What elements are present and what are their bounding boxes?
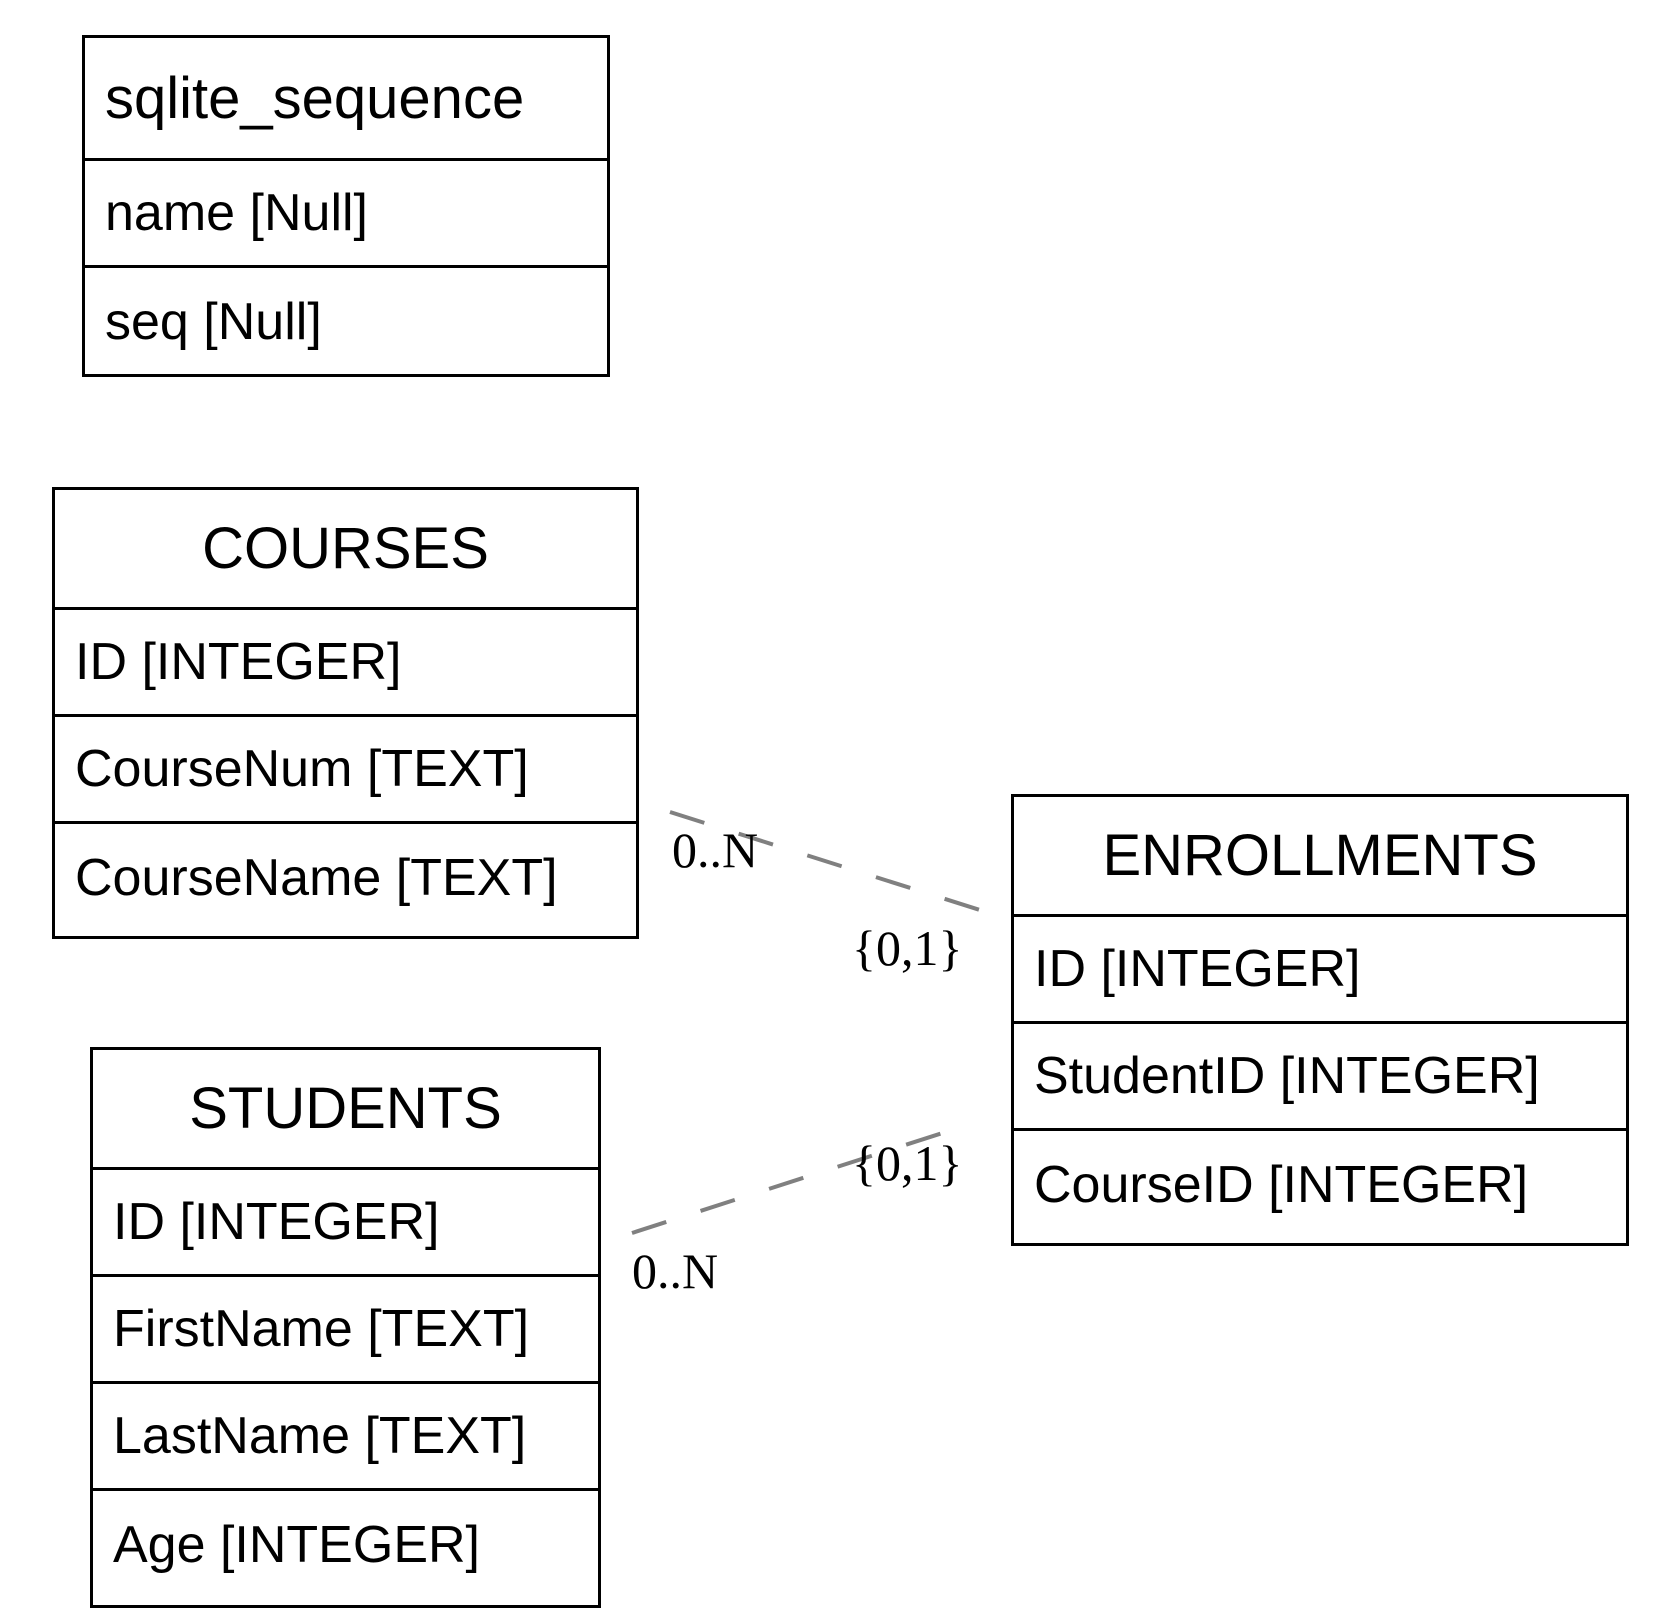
- table-title: COURSES: [55, 490, 636, 610]
- cardinality-enrollments-students: {0,1}: [852, 1135, 963, 1191]
- link-students-enrollments[interactable]: [631, 1126, 959, 1235]
- column-row: ID [INTEGER]: [55, 610, 636, 717]
- column-row: LastName [TEXT]: [93, 1384, 598, 1491]
- table-title: sqlite_sequence: [85, 38, 607, 161]
- column-row: seq [Null]: [105, 292, 322, 351]
- table-title: STUDENTS: [93, 1050, 598, 1170]
- column-row: ID [INTEGER]: [93, 1170, 598, 1277]
- link-courses-enrollments[interactable]: [669, 810, 981, 912]
- column-row: CourseName [TEXT]: [75, 848, 558, 907]
- column-row: FirstName [TEXT]: [93, 1277, 598, 1384]
- table-title: ENROLLMENTS: [1014, 797, 1626, 917]
- cardinality-enrollments-courses: {0,1}: [852, 920, 963, 976]
- column-row: CourseNum [TEXT]: [55, 717, 636, 824]
- column-row: name [Null]: [85, 161, 607, 268]
- table-sqlite-sequence[interactable]: sqlite_sequence name [Null] seq [Null]: [82, 35, 610, 377]
- column-row: Age [INTEGER]: [113, 1515, 480, 1574]
- table-courses[interactable]: COURSES ID [INTEGER] CourseNum [TEXT] Co…: [52, 487, 639, 939]
- table-enrollments[interactable]: ENROLLMENTS ID [INTEGER] StudentID [INTE…: [1011, 794, 1629, 1246]
- cardinality-courses: 0..N: [672, 822, 758, 878]
- table-students[interactable]: STUDENTS ID [INTEGER] FirstName [TEXT] L…: [90, 1047, 601, 1608]
- cardinality-students: 0..N: [632, 1243, 718, 1299]
- column-row: CourseID [INTEGER]: [1034, 1155, 1529, 1214]
- column-row: StudentID [INTEGER]: [1014, 1024, 1626, 1131]
- column-row: ID [INTEGER]: [1014, 917, 1626, 1024]
